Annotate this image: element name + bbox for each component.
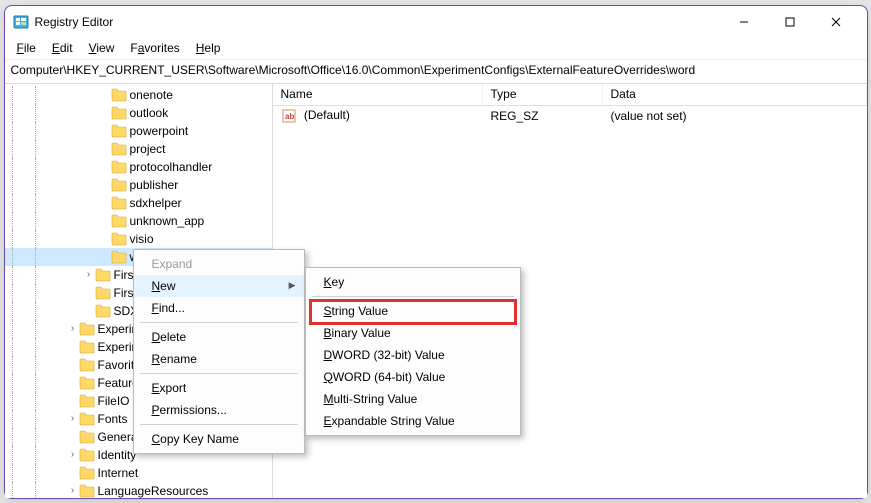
ctx-separator (312, 296, 514, 297)
ctx-new-dword-value[interactable]: DWORD (32-bit) Value (306, 344, 520, 366)
context-submenu-new: Key String Value Binary Value DWORD (32-… (305, 267, 521, 436)
menu-file[interactable]: File (11, 39, 42, 57)
tree-node-label: Identity (98, 448, 137, 462)
tree-node[interactable]: project (5, 140, 272, 158)
menu-help[interactable]: Help (190, 39, 227, 57)
menu-edit[interactable]: Edit (46, 39, 79, 57)
list-row[interactable]: ab (Default) REG_SZ (value not set) (273, 106, 867, 126)
tree-node-label: protocolhandler (130, 160, 213, 174)
ctx-new-key[interactable]: Key (306, 271, 520, 293)
column-type[interactable]: Type (483, 84, 603, 105)
list-header: Name Type Data (273, 84, 867, 106)
value-name-cell: ab (Default) (273, 106, 483, 126)
tree-node[interactable]: sdxhelper (5, 194, 272, 212)
tree-node-label: sdxhelper (130, 196, 182, 210)
menu-view[interactable]: View (83, 39, 121, 57)
ctx-new-qword-value[interactable]: QWORD (64-bit) Value (306, 366, 520, 388)
expand-chevron-icon[interactable]: › (67, 449, 79, 460)
address-bar[interactable]: Computer\HKEY_CURRENT_USER\Software\Micr… (5, 60, 867, 84)
ctx-find[interactable]: Find... (134, 297, 304, 319)
expand-chevron-icon[interactable]: › (67, 323, 79, 334)
value-data: (value not set) (603, 107, 867, 125)
tree-node-label: powerpoint (130, 124, 189, 138)
tree-node-label: visio (130, 232, 154, 246)
tree-node[interactable]: onenote (5, 86, 272, 104)
svg-text:ab: ab (285, 112, 294, 121)
column-data[interactable]: Data (603, 84, 867, 105)
tree-node-label: LanguageResources (98, 484, 209, 498)
ctx-separator (140, 373, 298, 374)
menu-favorites[interactable]: Favorites (124, 39, 185, 57)
ctx-new-binary-value[interactable]: Binary Value (306, 322, 520, 344)
expand-chevron-icon[interactable]: › (67, 485, 79, 496)
registry-editor-window: 系统部落 xitongbuluo.com 系统部落 xitongbuluo.co… (4, 5, 868, 499)
submenu-arrow-icon: ▶ (289, 280, 296, 291)
ctx-new[interactable]: New▶ (134, 275, 304, 297)
expand-chevron-icon[interactable]: › (83, 269, 95, 280)
context-menu: Expand New▶ Find... Delete Rename Export… (133, 249, 305, 454)
ctx-copy-key-name[interactable]: Copy Key Name (134, 428, 304, 450)
tree-node[interactable]: publisher (5, 176, 272, 194)
menubar: File Edit View Favorites Help (5, 38, 867, 60)
expand-chevron-icon[interactable]: › (67, 413, 79, 424)
ctx-rename[interactable]: Rename (134, 348, 304, 370)
ctx-permissions[interactable]: Permissions... (134, 399, 304, 421)
tree-node[interactable]: visio (5, 230, 272, 248)
ctx-expand: Expand (134, 253, 304, 275)
tree-node-label: unknown_app (130, 214, 205, 228)
tree-node[interactable]: outlook (5, 104, 272, 122)
app-title: Registry Editor (35, 15, 114, 29)
maximize-button[interactable] (767, 7, 813, 37)
column-name[interactable]: Name (273, 84, 483, 105)
tree-node-label: onenote (130, 88, 173, 102)
tree-node[interactable]: unknown_app (5, 212, 272, 230)
tree-node-label: publisher (130, 178, 179, 192)
minimize-button[interactable] (721, 7, 767, 37)
tree-node-label: FileIO (98, 394, 130, 408)
ctx-new-exp-string-value[interactable]: Expandable String Value (306, 410, 520, 432)
tree-node[interactable]: protocolhandler (5, 158, 272, 176)
value-type: REG_SZ (483, 107, 603, 125)
ctx-separator (140, 322, 298, 323)
tree-node[interactable]: Internet (5, 464, 272, 482)
tree-node-label: project (130, 142, 166, 156)
tree-node[interactable]: powerpoint (5, 122, 272, 140)
app-icon (13, 14, 29, 30)
tree-node-label: Fonts (98, 412, 128, 426)
titlebar: Registry Editor (5, 6, 867, 38)
value-name: (Default) (304, 108, 350, 122)
tree-node[interactable]: › LanguageResources (5, 482, 272, 498)
ctx-delete[interactable]: Delete (134, 326, 304, 348)
ctx-export[interactable]: Export (134, 377, 304, 399)
ctx-separator (140, 424, 298, 425)
close-button[interactable] (813, 7, 859, 37)
ctx-new-string-value[interactable]: String Value (306, 300, 520, 322)
string-value-icon: ab (281, 108, 297, 124)
tree-node-label: Internet (98, 466, 139, 480)
tree-node-label: outlook (130, 106, 169, 120)
ctx-new-multi-string-value[interactable]: Multi-String Value (306, 388, 520, 410)
